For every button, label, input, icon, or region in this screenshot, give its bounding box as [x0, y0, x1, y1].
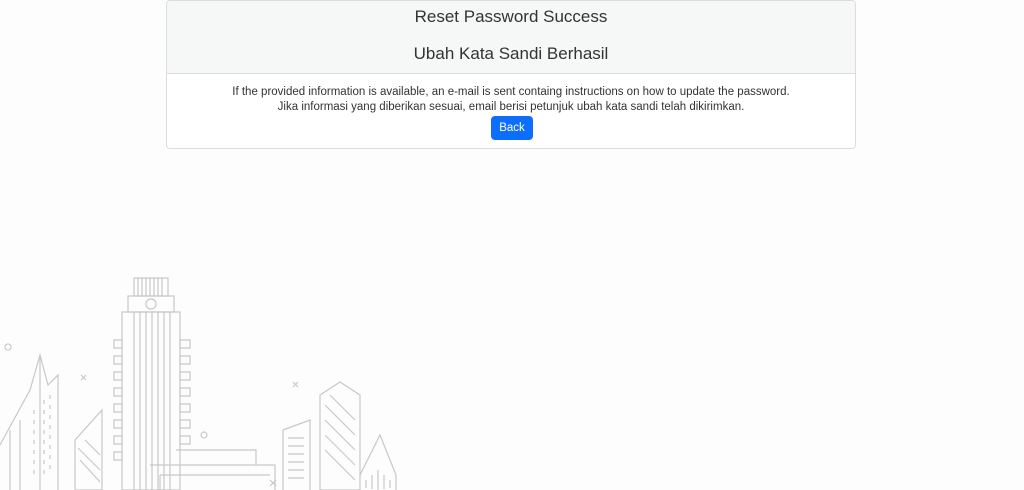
- message-english: If the provided information is available…: [232, 86, 790, 98]
- title-english: Reset Password Success: [414, 7, 608, 26]
- message-indonesian: Jika informasi yang diberikan sesuai, em…: [277, 101, 745, 113]
- back-button[interactable]: Back: [491, 116, 533, 140]
- page: Reset Password Success Ubah Kata Sandi B…: [0, 0, 1024, 490]
- card-header: Reset Password Success Ubah Kata Sandi B…: [167, 1, 855, 74]
- reset-success-card: Reset Password Success Ubah Kata Sandi B…: [166, 0, 856, 149]
- title-indonesian: Ubah Kata Sandi Berhasil: [413, 44, 609, 63]
- city-skyline-illustration: [0, 277, 397, 490]
